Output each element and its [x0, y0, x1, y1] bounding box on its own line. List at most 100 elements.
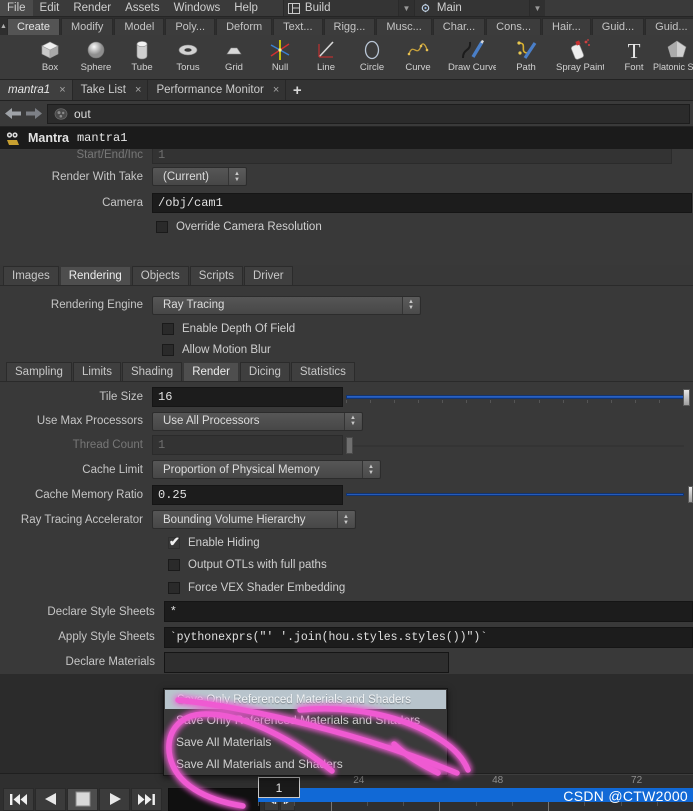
close-icon[interactable]: ×	[135, 84, 141, 96]
menu-edit[interactable]: Edit	[33, 0, 67, 16]
node-name-field[interactable]: mantra1	[77, 131, 127, 145]
spinner-arrows-icon[interactable]: ▲ ▼	[228, 168, 245, 185]
declare-style-sheets-field[interactable]: *	[163, 601, 693, 622]
shelf-tool-draw-curve[interactable]: Draw Curve	[441, 35, 503, 79]
camera-path-field[interactable]: /obj/cam1	[152, 193, 692, 213]
toolset-selector[interactable]: Main ▼	[413, 0, 545, 16]
timeline-ruler[interactable]: 24 48 72	[258, 774, 693, 788]
spinner-arrows-icon[interactable]: ▲ ▼	[337, 511, 354, 528]
thread-count-slider[interactable]	[346, 436, 693, 455]
jump-to-end-button[interactable]	[131, 787, 162, 811]
back-arrow-icon[interactable]	[3, 104, 23, 124]
override-camera-resolution-checkbox[interactable]	[156, 221, 168, 233]
spinner-arrows-icon[interactable]: ▲ ▼	[402, 296, 419, 314]
slider-handle[interactable]	[688, 486, 693, 503]
render-with-take-combo[interactable]: (Current) ▲ ▼	[152, 167, 247, 186]
play-button[interactable]	[99, 787, 130, 811]
shelf-tab-deform[interactable]: Deform	[216, 18, 273, 35]
cache-memory-ratio-field[interactable]: 0.25	[152, 484, 343, 505]
declare-materials-dropdown[interactable]: Save Only Referenced Materials and Shade…	[163, 688, 448, 776]
shelf-tool-torus[interactable]: Torus	[165, 35, 211, 79]
node-path-field[interactable]: out	[47, 103, 690, 124]
desktop-selector[interactable]: Build ▼	[282, 0, 414, 16]
shelf-tool-spray-paint[interactable]: Spray Paint	[549, 35, 611, 79]
close-icon[interactable]: ×	[59, 84, 65, 96]
enable-depth-of-field-checkbox[interactable]	[162, 322, 174, 335]
subtab-limits[interactable]: Limits	[72, 362, 121, 381]
rendering-engine-combo[interactable]: Ray Tracing ▲ ▼	[152, 295, 421, 315]
spinner-arrows-icon[interactable]: ▲ ▼	[344, 412, 361, 430]
subtab-statistics[interactable]: Statistics	[290, 362, 355, 381]
shelf-tool-sphere[interactable]: Sphere	[73, 35, 119, 79]
shelf-tab-constraints[interactable]: Cons...	[486, 18, 542, 35]
step-back-button[interactable]	[35, 787, 66, 811]
tile-size-slider[interactable]	[346, 388, 693, 407]
tab-objects[interactable]: Objects	[131, 266, 189, 285]
stop-button[interactable]	[67, 787, 98, 811]
shelf-tool-platonic-solids[interactable]: Platonic Solids	[653, 35, 693, 79]
shelf-tool-path[interactable]: Path	[503, 35, 549, 79]
shelf-tool-line[interactable]: Line	[303, 35, 349, 79]
tab-rendering[interactable]: Rendering	[59, 266, 131, 285]
shelf-tab-guide-groom[interactable]: Guid...	[645, 18, 693, 35]
shelf-tab-hair[interactable]: Hair...	[542, 18, 591, 35]
menu-assets[interactable]: Assets	[118, 0, 167, 16]
shelf-tab-poly[interactable]: Poly...	[165, 18, 216, 35]
shelf-tab-rigging[interactable]: Rigg...	[323, 18, 376, 35]
output-otls-checkbox[interactable]	[168, 559, 180, 571]
slider-handle[interactable]	[346, 436, 353, 454]
shelf-tab-create[interactable]: Create	[6, 18, 60, 35]
forward-arrow-icon[interactable]	[23, 104, 43, 124]
cache-memory-ratio-slider[interactable]	[346, 485, 693, 504]
allow-motion-blur-checkbox[interactable]	[162, 344, 174, 356]
shelf-tab-characters[interactable]: Char...	[432, 18, 486, 35]
menu-help[interactable]: Help	[227, 0, 265, 16]
thread-count-field[interactable]: 1	[152, 435, 343, 455]
menu-file[interactable]: File	[0, 0, 33, 16]
start-frame-field[interactable]: 1	[152, 149, 672, 164]
tab-scripts[interactable]: Scripts	[189, 266, 243, 285]
spinner-arrows-icon[interactable]: ▲ ▼	[362, 461, 379, 478]
shelf-tool-circle[interactable]: Circle	[349, 35, 395, 79]
shelf-tool-curve[interactable]: Curve	[395, 35, 441, 79]
dropdown-option-save-only-referenced[interactable]: Save Only Referenced Materials and Shade…	[164, 709, 447, 731]
pane-tab-performance-monitor[interactable]: Performance Monitor ×	[148, 80, 287, 100]
apply-style-sheets-field[interactable]: `pythonexprs("' '.join(hou.styles.styles…	[163, 626, 693, 648]
toolset-chevron-down-icon[interactable]: ▼	[528, 0, 545, 16]
declare-materials-combo[interactable]	[164, 651, 449, 673]
shelf-tool-tube[interactable]: Tube	[119, 35, 165, 79]
shelf-tab-texture[interactable]: Text...	[273, 18, 323, 35]
menu-windows[interactable]: Windows	[167, 0, 228, 16]
subtab-render[interactable]: Render	[183, 362, 239, 381]
tab-images[interactable]: Images	[3, 266, 59, 285]
frame-range-field[interactable]	[168, 787, 260, 811]
force-vex-shader-embedding-checkbox[interactable]	[168, 581, 180, 594]
dropdown-option-save-all-materials[interactable]: Save All Materials	[164, 731, 447, 753]
dropdown-selected-item[interactable]: Save Only Referenced Materials and Shade…	[165, 690, 446, 709]
add-pane-tab-button[interactable]: +	[286, 80, 308, 100]
tab-driver[interactable]: Driver	[243, 266, 293, 285]
shelf-tool-box[interactable]: Box	[27, 35, 73, 79]
subtab-shading[interactable]: Shading	[121, 362, 183, 381]
menu-render[interactable]: Render	[66, 0, 118, 16]
ray-tracing-accelerator-combo[interactable]: Bounding Volume Hierarchy ▲ ▼	[152, 510, 356, 529]
shelf-tab-modify[interactable]: Modify	[60, 18, 114, 35]
tile-size-field[interactable]: 16	[152, 387, 343, 407]
slider-handle[interactable]	[683, 388, 690, 406]
shelf-scroll-up-icon[interactable]: ▲	[0, 17, 7, 35]
cache-limit-combo[interactable]: Proportion of Physical Memory ▲ ▼	[152, 460, 381, 479]
desktop-chevron-down-icon[interactable]: ▼	[397, 0, 414, 16]
use-max-processors-combo[interactable]: Use All Processors ▲ ▼	[152, 411, 363, 431]
shelf-tab-guide-process[interactable]: Guid...	[591, 18, 645, 35]
shelf-tab-model[interactable]: Model	[114, 18, 165, 35]
subtab-sampling[interactable]: Sampling	[6, 362, 72, 381]
shelf-tool-grid[interactable]: Grid	[211, 35, 257, 79]
jump-to-start-button[interactable]	[3, 787, 34, 811]
shelf-tool-null[interactable]: Null	[257, 35, 303, 79]
shelf-tool-font[interactable]: T Font	[611, 35, 657, 79]
close-icon[interactable]: ×	[273, 84, 279, 96]
dropdown-option-save-all-materials-and-shaders[interactable]: Save All Materials and Shaders	[164, 753, 447, 775]
subtab-dicing[interactable]: Dicing	[239, 362, 290, 381]
pane-tab-take-list[interactable]: Take List ×	[72, 80, 149, 100]
enable-hiding-checkbox[interactable]: ✔	[168, 535, 180, 549]
